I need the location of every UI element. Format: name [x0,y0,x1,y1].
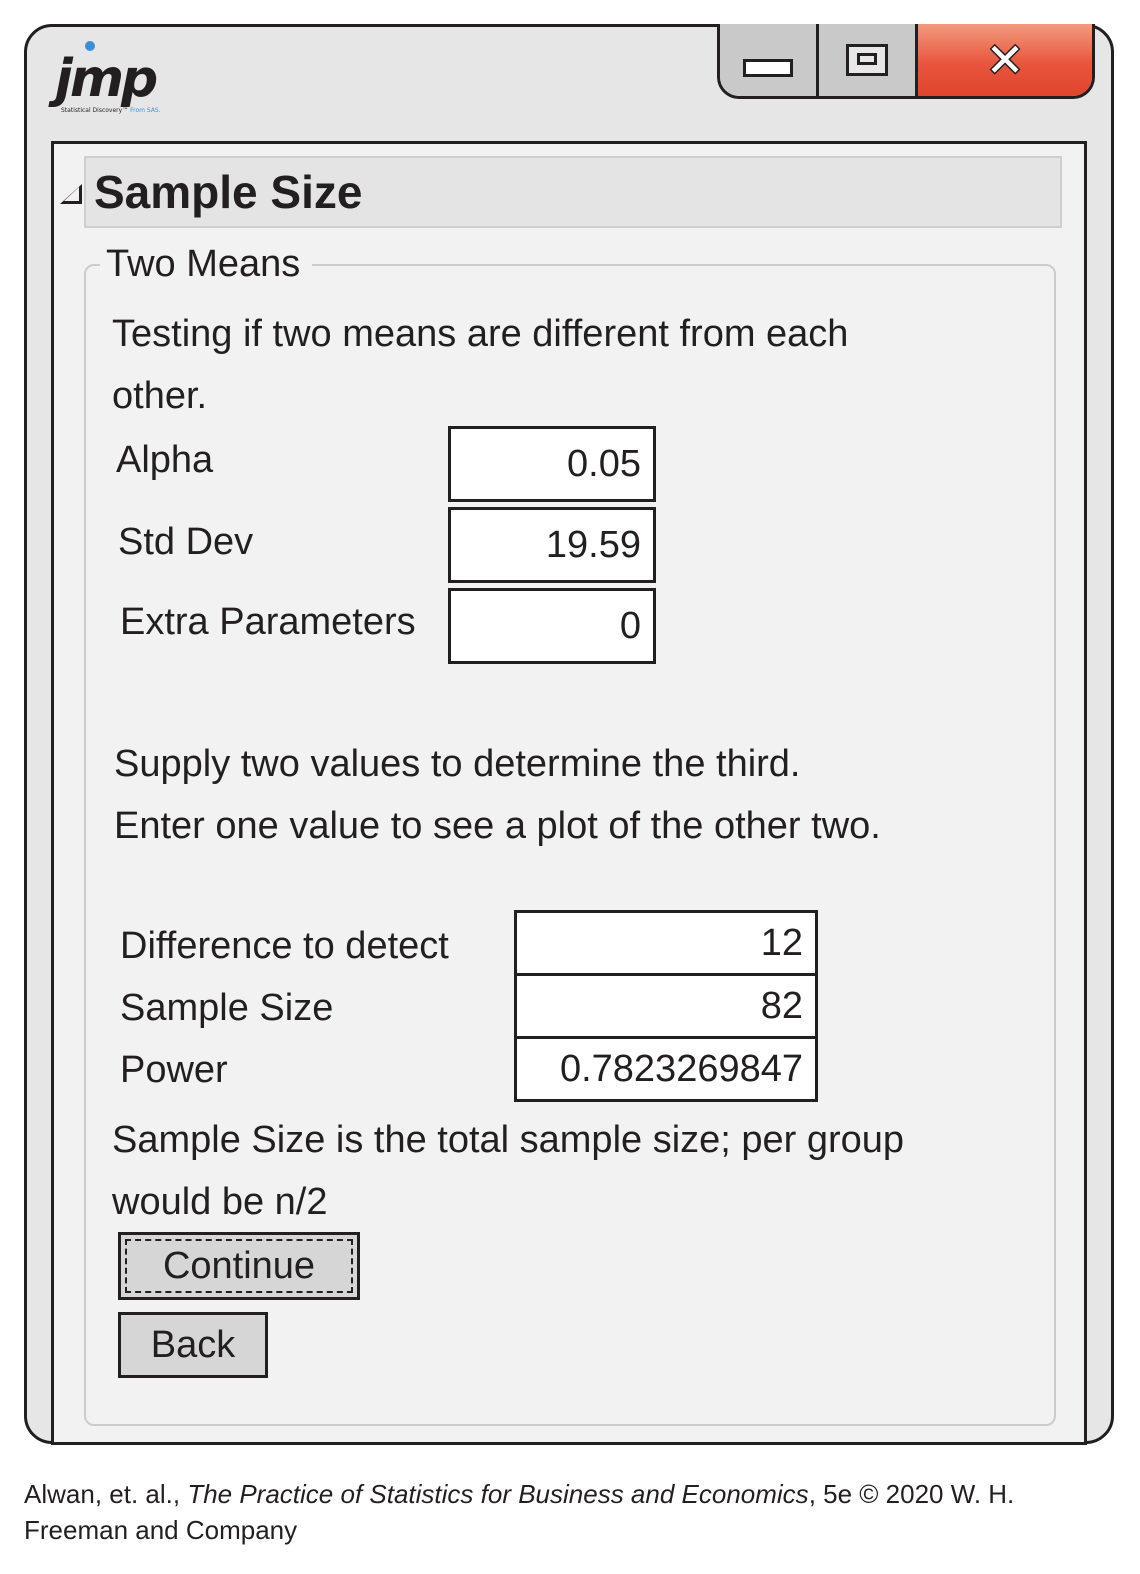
power-field[interactable]: 0.7823269847 [514,1036,818,1102]
instruction-text-2: Enter one value to see a plot of the oth… [114,805,881,847]
difference-field[interactable]: 12 [514,910,818,976]
close-button[interactable]: ✕ [918,24,1092,96]
description-text-line2: other. [112,375,208,417]
panel-title: Sample Size [94,166,363,218]
instruction-text-1: Supply two values to determine the third… [114,743,801,785]
note-text-line2: would be n/2 [112,1181,328,1223]
difference-label: Difference to detect [120,925,449,967]
alpha-field[interactable]: 0.05 [448,426,656,502]
disclosure-triangle-icon[interactable] [60,184,82,204]
two-means-group: Two Means Testing if two means are diffe… [84,240,1056,1426]
jmp-window: jmp Statistical Discovery™ From SAS. ✕ S… [24,24,1114,1445]
window-controls: ✕ [717,24,1095,99]
back-button-label: Back [150,1323,236,1366]
extra-parameters-field[interactable]: 0 [448,588,656,664]
extra-parameters-label: Extra Parameters [120,601,416,643]
minimize-button[interactable] [720,24,819,96]
group-label: Two Means [100,240,313,288]
back-button[interactable]: Back [118,1312,268,1378]
alpha-label: Alpha [116,439,214,481]
logo-text: jmp [55,49,158,109]
figure-caption: Alwan, et. al., The Practice of Statisti… [24,1476,1124,1548]
power-label: Power [120,1049,228,1091]
sample-size-panel: Sample Size Two Means Testing if two mea… [51,141,1087,1445]
caption-authors: Alwan, et. al., [24,1479,188,1509]
sample-size-field[interactable]: 82 [514,973,818,1039]
panel-header: Sample Size [84,156,1062,228]
sample-size-label: Sample Size [120,987,334,1029]
jmp-logo: jmp Statistical Discovery™ From SAS. [55,41,165,121]
maximize-button[interactable] [819,24,918,96]
continue-button[interactable]: Continue [118,1232,360,1300]
restore-icon [846,44,888,76]
logo-tagline-text: Statistical Discovery™ [61,107,129,114]
caption-book-title: The Practice of Statistics for Business … [187,1479,809,1509]
std-dev-field[interactable]: 19.59 [448,507,656,583]
std-dev-label: Std Dev [118,521,254,563]
description-text: Testing if two means are different from … [112,313,849,355]
logo-tagline: Statistical Discovery™ From SAS. [61,107,161,114]
logo-from-text: From SAS. [130,107,161,114]
note-text-line1: Sample Size is the total sample size; pe… [112,1119,905,1161]
close-icon: ✕ [985,33,1025,87]
focus-ring [125,1239,353,1293]
minimize-icon [743,59,793,77]
